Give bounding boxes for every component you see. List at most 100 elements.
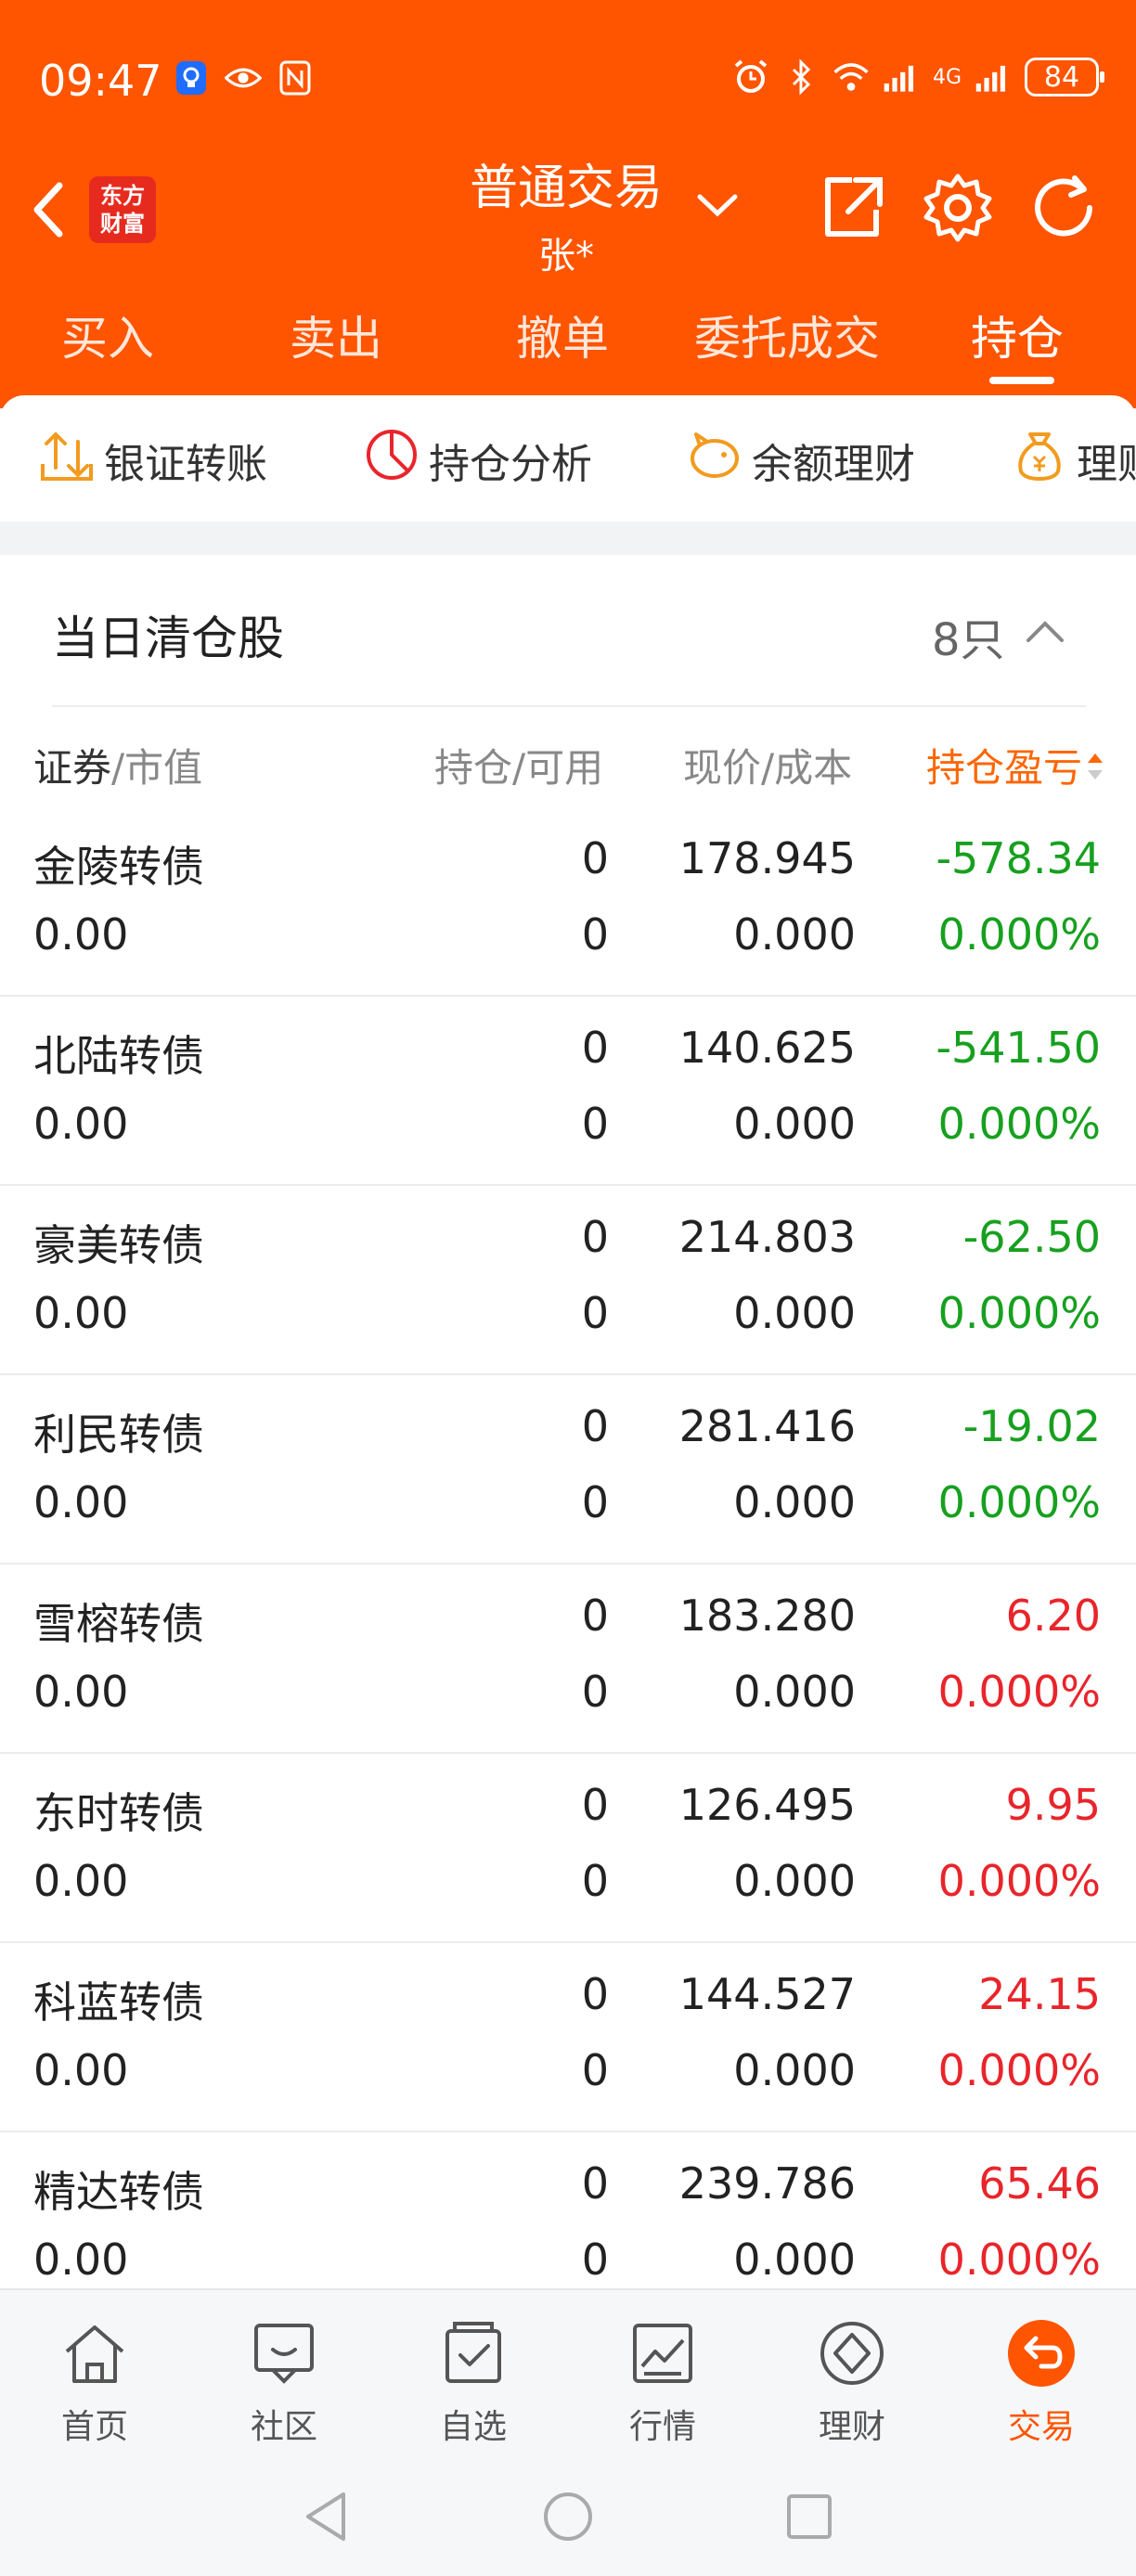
market-value: 0.00 <box>33 1667 129 1717</box>
system-recents-icon[interactable] <box>780 2487 839 2546</box>
current-price: 214.803 <box>678 1212 856 1262</box>
market-value: 0.00 <box>33 1099 129 1149</box>
app-header: 09:47 4G 84 东方 财富 普通交易 张* 买入 卖出 撤单 委托成交 … <box>0 0 1136 408</box>
network-type: 4G <box>932 65 962 89</box>
column-header-holding[interactable]: 持仓/可用 <box>434 737 603 793</box>
shortcut-position-analysis[interactable]: 持仓分析 <box>364 427 592 493</box>
cost-price: 0.000 <box>733 2045 856 2095</box>
nav-trade[interactable]: 交易 <box>976 2314 1106 2448</box>
table-row[interactable]: 东时转债 0.00 0 0 126.495 0.000 9.95 0.000% <box>0 1754 1136 1943</box>
divider <box>52 705 1086 707</box>
available-qty: 0 <box>581 909 609 960</box>
security-name: 东时转债 <box>33 1788 204 1838</box>
shortcut-label: 余额理财 <box>752 440 915 488</box>
tab-cancel[interactable]: 撤单 <box>516 302 609 368</box>
position-pl-pct: 0.000% <box>937 1099 1101 1149</box>
back-button[interactable] <box>24 173 71 247</box>
signal-icon-2 <box>975 58 1012 96</box>
position-pl-pct: 0.000% <box>937 1856 1101 1906</box>
shortcut-label: 理财 <box>1077 440 1136 488</box>
col-pl-label: 持仓盈亏 <box>926 745 1083 791</box>
battery-indicator: 84 <box>1025 58 1104 97</box>
section-title: 当日清仓股 <box>52 612 284 665</box>
tab-buy[interactable]: 买入 <box>61 302 154 368</box>
shortcut-bank-transfer[interactable]: 银证转账 <box>39 427 267 493</box>
table-row[interactable]: 北陆转债 0.00 0 0 140.625 0.000 -541.50 0.00… <box>0 997 1136 1186</box>
position-pl: 6.20 <box>1005 1591 1101 1641</box>
market-value: 0.00 <box>33 1477 129 1527</box>
nav-wealth[interactable]: 理财 <box>787 2314 917 2448</box>
column-header-pl[interactable]: 持仓盈亏 <box>926 737 1104 794</box>
trade-tabs: 买入 卖出 撤单 委托成交 持仓 <box>0 302 1136 394</box>
logo-line2: 财富 <box>100 211 145 237</box>
system-back-icon[interactable] <box>297 2487 356 2546</box>
shortcut-label: 持仓分析 <box>429 440 592 488</box>
nav-label: 首页 <box>60 2408 128 2446</box>
security-name: 金陵转债 <box>33 842 204 892</box>
account-switcher[interactable]: 普通交易 张* <box>418 148 715 279</box>
holding-qty: 0 <box>581 1212 609 1262</box>
tab-holdings[interactable]: 持仓 <box>971 302 1064 368</box>
watchlist-icon <box>434 2314 512 2392</box>
available-qty: 0 <box>581 1099 609 1149</box>
shortcut-balance-wealth[interactable]: 余额理财 <box>687 427 915 493</box>
holding-qty: 0 <box>581 2158 609 2209</box>
security-name: 科蓝转债 <box>33 1977 204 2028</box>
table-row[interactable]: 科蓝转债 0.00 0 0 144.527 0.000 24.15 0.000% <box>0 1943 1136 2132</box>
community-icon <box>245 2314 323 2392</box>
shortcut-wealth[interactable]: 理财 <box>1012 427 1136 493</box>
table-row[interactable]: 雪榕转债 0.00 0 0 183.280 0.000 6.20 0.000% <box>0 1565 1136 1754</box>
section-count[interactable]: 8只 <box>932 603 1005 668</box>
table-row[interactable]: 豪美转债 0.00 0 0 214.803 0.000 -62.50 0.000… <box>0 1186 1136 1375</box>
table-row[interactable]: 金陵转债 0.00 0 0 178.945 0.000 -578.34 0.00… <box>0 807 1136 997</box>
nav-market[interactable]: 行情 <box>598 2314 728 2448</box>
nav-community[interactable]: 社区 <box>219 2314 349 2448</box>
current-price: 239.786 <box>678 2158 856 2209</box>
position-pl-pct: 0.000% <box>937 1288 1101 1338</box>
position-pl: 9.95 <box>1005 1780 1101 1830</box>
system-navigation-bar <box>0 2455 1136 2576</box>
position-pl: 65.46 <box>978 2158 1101 2209</box>
tab-orders[interactable]: 委托成交 <box>694 302 880 368</box>
lightbulb-notification-icon <box>173 59 210 97</box>
status-left-icons <box>173 59 314 97</box>
nfc-icon <box>277 59 314 97</box>
bottom-navigation: 首页 社区 自选 行情 理财 交易 <box>0 2288 1136 2455</box>
status-right-icons: 4G 84 <box>732 58 1104 97</box>
market-value: 0.00 <box>33 1288 129 1338</box>
column-header-security[interactable]: 证券/市值 <box>33 737 202 793</box>
current-price: 140.625 <box>678 1023 856 1073</box>
share-export-icon[interactable] <box>815 171 889 245</box>
eastmoney-logo[interactable]: 东方 财富 <box>89 176 156 243</box>
account-name: 张* <box>538 235 594 277</box>
table-row[interactable]: 利民转债 0.00 0 0 281.416 0.000 -19.02 0.000… <box>0 1375 1136 1565</box>
nav-label: 自选 <box>439 2408 507 2446</box>
nav-watchlist[interactable]: 自选 <box>408 2314 538 2448</box>
nav-label: 理财 <box>818 2408 885 2446</box>
position-pl: -541.50 <box>936 1023 1101 1073</box>
current-price: 183.280 <box>678 1591 856 1641</box>
chevron-down-icon[interactable] <box>696 191 739 219</box>
current-price: 144.527 <box>678 1969 856 2019</box>
column-header-price[interactable]: 现价/成本 <box>683 737 852 793</box>
cost-price: 0.000 <box>733 1477 856 1527</box>
cost-price: 0.000 <box>733 1667 856 1717</box>
tab-sell[interactable]: 卖出 <box>290 302 382 368</box>
settings-gear-icon[interactable] <box>921 171 995 245</box>
page-title: 普通交易 <box>469 161 663 216</box>
alarm-icon <box>732 58 769 96</box>
nav-home[interactable]: 首页 <box>30 2314 160 2448</box>
system-home-icon[interactable] <box>538 2487 598 2546</box>
trade-icon <box>1002 2314 1080 2392</box>
position-pl-pct: 0.000% <box>937 909 1101 960</box>
available-qty: 0 <box>581 1667 609 1717</box>
logo-line1: 东方 <box>100 183 145 209</box>
cost-price: 0.000 <box>733 1856 856 1906</box>
market-value: 0.00 <box>33 1856 129 1906</box>
chevron-up-icon[interactable] <box>1025 618 1065 646</box>
holding-qty: 0 <box>581 1591 609 1641</box>
refresh-icon[interactable] <box>1026 171 1101 245</box>
shortcut-bar: 银证转账 持仓分析 余额理财 理财 <box>0 395 1136 522</box>
piggy-bank-icon <box>687 427 742 493</box>
security-name: 利民转债 <box>33 1410 204 1460</box>
